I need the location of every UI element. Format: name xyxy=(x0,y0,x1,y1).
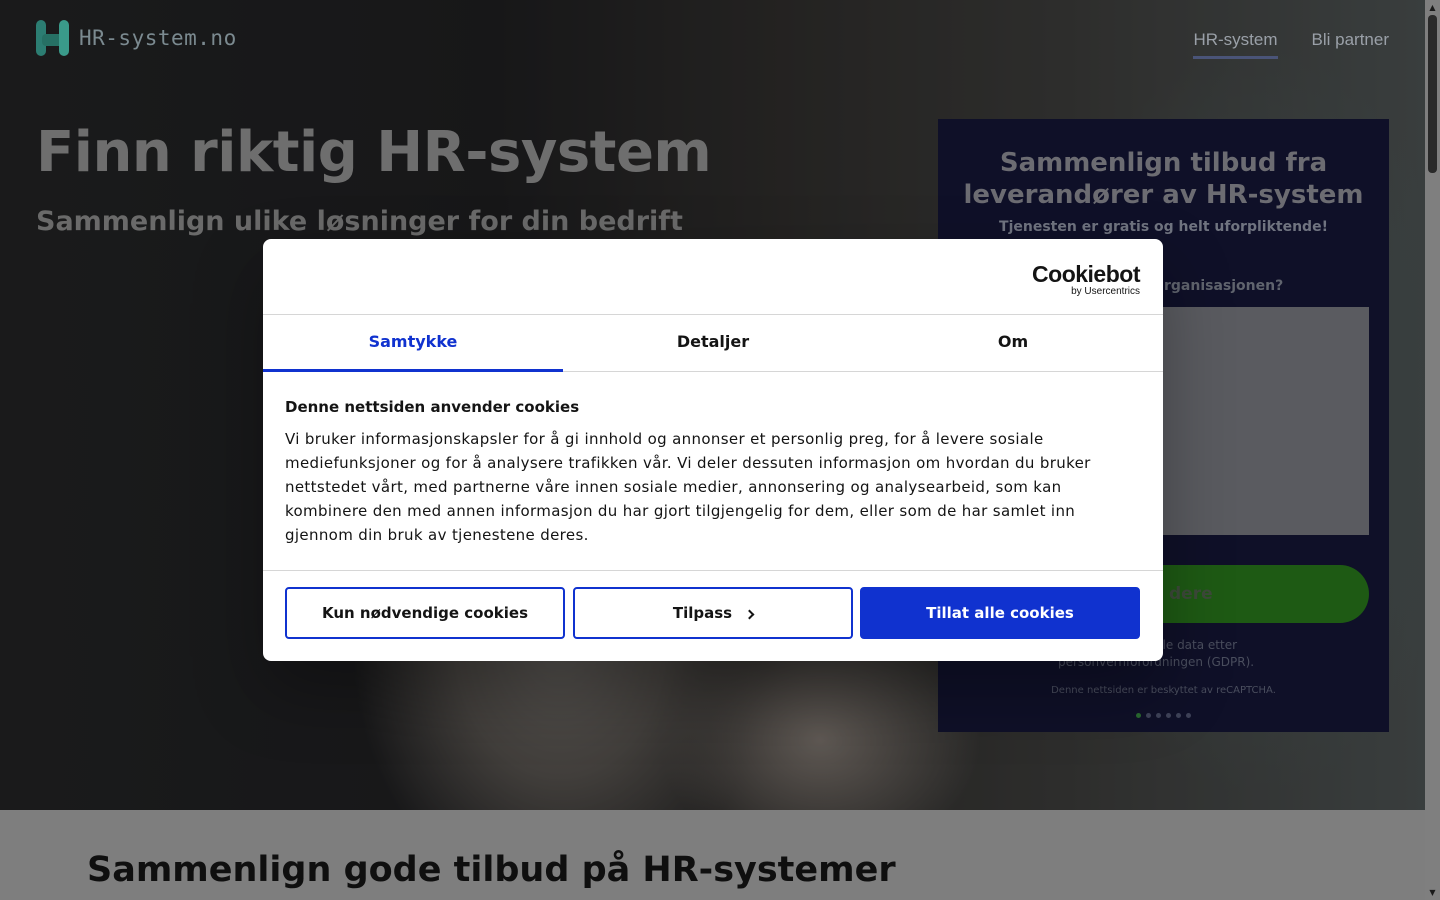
tab-samtykke[interactable]: Samtykke xyxy=(263,315,563,372)
tab-detaljer[interactable]: Detaljer xyxy=(563,315,863,371)
nav-bli-partner[interactable]: Bli partner xyxy=(1312,30,1389,59)
necessary-cookies-button[interactable]: Kun nødvendige cookies xyxy=(285,587,565,639)
cookie-tabs: Samtykke Detaljer Om xyxy=(263,314,1163,372)
step-dot xyxy=(1146,713,1151,718)
quote-form-submit-button[interactable]: dere xyxy=(1163,565,1369,623)
recaptcha-note: Denne nettsiden er beskyttet av reCAPTCH… xyxy=(1051,685,1276,696)
cookiebot-brand: Cookiebot xyxy=(1032,261,1140,287)
cookiebot-logo: Cookiebot by Usercentrics xyxy=(1032,261,1140,297)
page-scrollbar[interactable]: ▲ ▼ xyxy=(1425,0,1440,900)
cookiebot-brand-sub: by Usercentrics xyxy=(1071,286,1140,297)
hero-title: Finn riktig HR-system xyxy=(36,120,712,185)
step-dot xyxy=(1176,713,1181,718)
quote-form-title: Sammenlign tilbud fra leverandører av HR… xyxy=(963,148,1364,210)
step-dot xyxy=(1186,713,1191,718)
chevron-right-icon xyxy=(744,609,755,619)
compare-section-title: Sammenlign gode tilbud på HR-systemer xyxy=(87,850,896,890)
hero-subtitle: Sammenlign ulike løsninger for din bedri… xyxy=(36,206,683,237)
step-dot xyxy=(1156,713,1161,718)
scroll-down-arrow-icon[interactable]: ▼ xyxy=(1425,885,1440,900)
customize-label: Tilpass xyxy=(672,604,733,622)
step-dot xyxy=(1136,713,1141,718)
cookie-actions: Kun nødvendige cookies Tilpass Tillat al… xyxy=(263,570,1163,661)
scroll-thumb[interactable] xyxy=(1428,15,1437,173)
step-dot xyxy=(1166,713,1171,718)
logo-mark-icon xyxy=(36,20,69,56)
logo-text: HR-system.no xyxy=(79,26,237,50)
tab-om[interactable]: Om xyxy=(863,315,1163,371)
customize-button[interactable]: Tilpass xyxy=(573,587,853,639)
allow-all-cookies-button[interactable]: Tillat alle cookies xyxy=(860,587,1140,639)
quote-form-subtitle: Tjenesten er gratis og helt uforpliktend… xyxy=(999,219,1328,235)
cookie-consent-dialog: Cookiebot by Usercentrics Samtykke Detal… xyxy=(263,239,1163,661)
compare-section: Sammenlign gode tilbud på HR-systemer xyxy=(0,810,1425,900)
step-indicator xyxy=(938,713,1389,718)
scroll-up-arrow-icon[interactable]: ▲ xyxy=(1425,0,1440,15)
cookie-body: Denne nettsiden anvender cookies Vi bruk… xyxy=(285,398,1141,547)
nav-hr-system[interactable]: HR-system xyxy=(1193,30,1278,59)
site-logo[interactable]: HR-system.no xyxy=(36,20,237,56)
main-nav: HR-system Bli partner xyxy=(1193,30,1389,59)
necessary-cookies-label: Kun nødvendige cookies xyxy=(321,604,529,622)
cookie-heading: Denne nettsiden anvender cookies xyxy=(285,398,580,416)
quote-form-options[interactable] xyxy=(1163,307,1369,535)
cookie-description: Vi bruker informasjonskapsler for å gi i… xyxy=(285,430,1091,544)
allow-all-cookies-label: Tillat alle cookies xyxy=(926,604,1074,622)
